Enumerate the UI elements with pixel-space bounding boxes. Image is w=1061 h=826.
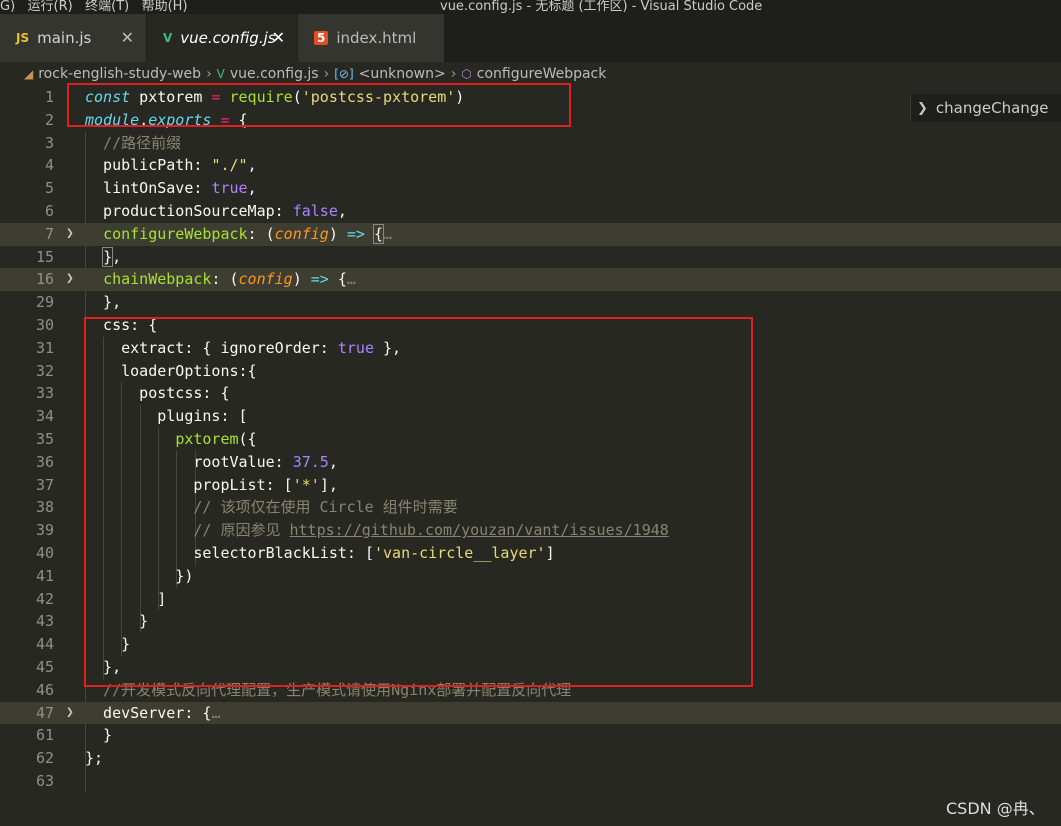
chevron-right-icon[interactable]: ❯ xyxy=(917,101,928,116)
code-text: }, xyxy=(102,246,122,267)
code-text: publicPath: "./", xyxy=(85,156,257,175)
tab-label: index.html xyxy=(336,29,417,47)
line-number: 16 xyxy=(35,270,54,289)
breadcrumb-item-symbol-unknown[interactable]: [⊘] <unknown> xyxy=(334,66,446,82)
annotation-box-require xyxy=(67,83,571,127)
line-number: 29 xyxy=(35,293,54,312)
code-line[interactable]: 3 //路径前缀 xyxy=(0,132,1061,155)
html5-file-icon: 5 xyxy=(314,31,329,45)
tab-label: vue.config.js xyxy=(180,29,276,47)
variable-symbol-icon: [⊘] xyxy=(334,67,354,81)
line-number: 62 xyxy=(35,749,54,768)
symbol-label: changeChange xyxy=(935,99,1049,117)
code-text: //路径前缀 xyxy=(85,133,182,152)
chevron-right-icon[interactable]: ❯ xyxy=(66,268,74,291)
method-symbol-icon: ⬡ xyxy=(461,67,472,81)
line-number: 6 xyxy=(44,202,54,220)
code-line[interactable]: 63 xyxy=(0,770,1061,793)
window-title: vue.config.js - 无标题 (工作区) - Visual Studi… xyxy=(440,0,763,14)
line-number: 15 xyxy=(35,247,54,266)
code-text: }, xyxy=(85,293,122,312)
code-line[interactable]: 62 }; xyxy=(0,747,1061,770)
line-number: 2 xyxy=(44,110,54,129)
vue-file-icon: V xyxy=(163,31,173,45)
breadcrumb-item-file[interactable]: V vue.config.js xyxy=(217,66,319,82)
chevron-right-icon[interactable]: ❯ xyxy=(66,702,74,725)
code-text: productionSourceMap: false, xyxy=(85,202,347,220)
annotation-box-css-config xyxy=(84,317,753,687)
line-number: 61 xyxy=(35,726,54,745)
code-line[interactable]: 16 ❯ chainWebpack: (config) => {… xyxy=(0,268,1061,292)
code-line[interactable]: 61 } xyxy=(0,724,1061,747)
line-number: 38 xyxy=(35,498,54,517)
code-line[interactable]: 6 productionSourceMap: false, xyxy=(0,200,1061,223)
line-number: 31 xyxy=(35,338,54,357)
chevron-right-icon: › xyxy=(323,66,330,82)
line-number: 36 xyxy=(35,452,54,471)
tab-vue-config-js[interactable]: V vue.config.js ✕ xyxy=(147,14,297,62)
code-line[interactable]: 4 publicPath: "./", xyxy=(0,154,1061,177)
code-line[interactable]: 29 }, xyxy=(0,291,1061,314)
code-text: } xyxy=(85,726,113,745)
line-number: 3 xyxy=(44,133,54,152)
line-number: 30 xyxy=(35,316,54,334)
line-number: 32 xyxy=(35,361,54,380)
line-number: 37 xyxy=(35,475,54,494)
line-number: 4 xyxy=(44,156,54,175)
line-number: 47 xyxy=(35,703,54,722)
line-number: 35 xyxy=(35,430,54,448)
line-number: 40 xyxy=(35,544,54,562)
line-number: 1 xyxy=(44,88,54,106)
title-bar: G) 运行(R) 终端(T) 帮助(H) vue.config.js - 无标题… xyxy=(0,0,1061,14)
breadcrumb-item-folder[interactable]: ◢ rock-english-study-web xyxy=(24,66,201,82)
line-number: 45 xyxy=(35,658,54,676)
line-number: 7 xyxy=(44,224,54,243)
sticky-symbol-widget[interactable]: ❯ changeChange xyxy=(910,94,1061,122)
line-number: 43 xyxy=(35,612,54,631)
line-number: 5 xyxy=(44,179,54,198)
code-text: chainWebpack: (config) => {… xyxy=(103,270,356,289)
chevron-right-icon: › xyxy=(206,66,212,82)
code-text: configureWebpack: (config) => {… xyxy=(103,223,393,244)
editor-tab-bar: JS main.js ✕ V vue.config.js ✕ 5 index.h… xyxy=(0,14,1061,62)
tab-main-js[interactable]: JS main.js ✕ xyxy=(0,14,146,62)
js-file-icon: JS xyxy=(16,31,30,45)
code-line[interactable]: 47 ❯ devServer: {… xyxy=(0,701,1061,725)
line-number: 34 xyxy=(35,407,54,426)
line-number: 41 xyxy=(35,566,54,585)
line-number: 44 xyxy=(35,635,54,654)
breadcrumb-item-symbol-configurewebpack[interactable]: ⬡ configureWebpack xyxy=(461,66,606,82)
chevron-right-icon[interactable]: ❯ xyxy=(66,223,74,246)
line-number: 42 xyxy=(35,589,54,608)
code-text: }; xyxy=(85,749,104,768)
line-number: 46 xyxy=(35,680,54,699)
vue-file-icon: V xyxy=(216,67,225,81)
code-text: devServer: {… xyxy=(85,703,221,722)
line-number: 39 xyxy=(35,521,54,540)
code-line[interactable]: 15 }, xyxy=(0,246,1061,269)
close-icon[interactable]: ✕ xyxy=(121,28,134,47)
code-line[interactable]: 5 lintOnSave: true, xyxy=(0,177,1061,200)
tab-label: main.js xyxy=(37,29,92,47)
code-text: lintOnSave: true, xyxy=(85,179,257,198)
line-number: 63 xyxy=(35,772,54,790)
menu-bar[interactable]: G) 运行(R) 终端(T) 帮助(H) xyxy=(0,0,188,14)
chevron-right-icon: › xyxy=(450,66,457,82)
watermark: CSDN @冉、 xyxy=(946,799,1045,818)
folder-icon: ◢ xyxy=(24,67,34,81)
code-line[interactable]: 7 ❯ configureWebpack: (config) => {… xyxy=(0,222,1061,246)
close-icon[interactable]: ✕ xyxy=(272,28,285,47)
line-number: 33 xyxy=(35,384,54,403)
tab-index-html[interactable]: 5 index.html xyxy=(298,14,444,62)
